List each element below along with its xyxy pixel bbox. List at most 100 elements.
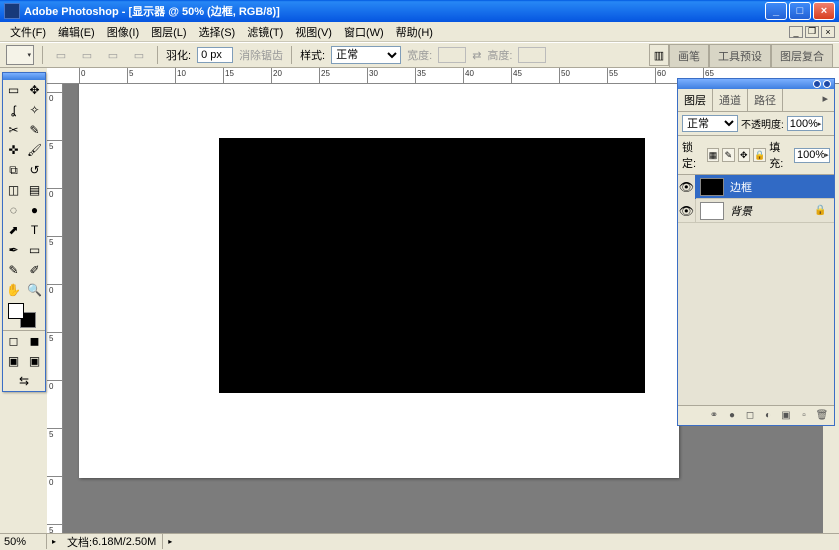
panel-menu-icon[interactable]: ▸ xyxy=(783,89,834,111)
dodge-tool[interactable]: ● xyxy=(24,200,45,220)
status-expand-icon[interactable]: ▸ xyxy=(47,537,61,546)
color-swatch[interactable] xyxy=(3,300,45,330)
new-group-icon[interactable]: ▣ xyxy=(778,409,794,423)
quickmask-mode-icon[interactable]: ◼ xyxy=(24,331,45,351)
status-menu-icon[interactable]: ▸ xyxy=(163,537,177,546)
canvas-black-rectangle xyxy=(219,138,645,393)
tab-channels[interactable]: 通道 xyxy=(713,89,748,111)
crop-tool[interactable]: ✂ xyxy=(3,120,24,140)
add-selection-icon[interactable]: ▭ xyxy=(77,46,97,64)
brush-tool[interactable]: 🖌 xyxy=(24,140,45,160)
wand-tool[interactable]: ✧ xyxy=(24,100,45,120)
app-icon xyxy=(4,3,20,19)
screen-mode-1[interactable]: ▣ xyxy=(3,351,24,371)
layer-thumbnail[interactable] xyxy=(700,202,724,220)
menu-help[interactable]: 帮助(H) xyxy=(390,22,439,42)
menu-window[interactable]: 窗口(W) xyxy=(338,22,390,42)
style-label: 样式: xyxy=(300,47,325,63)
menu-image[interactable]: 图像(I) xyxy=(101,22,145,42)
layer-style-icon[interactable]: ● xyxy=(724,409,740,423)
link-layers-icon[interactable]: ⚭ xyxy=(706,409,722,423)
history-brush-tool[interactable]: ↺ xyxy=(24,160,45,180)
opacity-input[interactable]: 100%▸ xyxy=(787,116,823,131)
standard-mode-icon[interactable]: ◻ xyxy=(3,331,24,351)
height-input xyxy=(518,47,546,63)
feather-label: 羽化: xyxy=(166,47,191,63)
palette-well-toggle[interactable]: ▥ xyxy=(649,44,669,66)
menu-edit[interactable]: 编辑(E) xyxy=(52,22,101,42)
move-tool[interactable]: ✥ xyxy=(24,80,45,100)
layer-thumbnail[interactable] xyxy=(700,178,724,196)
document-canvas[interactable] xyxy=(79,84,679,478)
tool-preset-picker[interactable]: ▾ xyxy=(6,45,34,65)
document-info[interactable]: 文档:6.18M/2.50M xyxy=(61,534,163,549)
tab-layers[interactable]: 图层 xyxy=(678,89,713,111)
menu-filter[interactable]: 滤镜(T) xyxy=(241,22,289,42)
new-selection-icon[interactable]: ▭ xyxy=(51,46,71,64)
visibility-toggle-icon[interactable]: 👁 xyxy=(678,199,696,223)
lasso-tool[interactable]: ʆ xyxy=(3,100,24,120)
minimize-button[interactable]: _ xyxy=(765,2,787,20)
layer-row-2[interactable]: 👁 背景 🔒 xyxy=(678,199,834,223)
lock-all-icon[interactable]: 🔒 xyxy=(753,148,766,162)
lock-position-icon[interactable]: ✥ xyxy=(738,148,750,162)
layer-row-1[interactable]: 👁 边框 xyxy=(678,175,834,199)
hand-tool[interactable]: ✋ xyxy=(3,280,24,300)
blend-mode-select[interactable]: 正常 xyxy=(682,115,738,132)
jump-to-imageready[interactable]: ⇆ xyxy=(3,371,45,391)
swap-wh-icon: ⇄ xyxy=(472,49,481,62)
gradient-tool[interactable]: ▤ xyxy=(24,180,45,200)
screen-mode-2[interactable]: ▣ xyxy=(24,351,45,371)
layers-panel: 图层 通道 路径 ▸ 正常 不透明度: 100%▸ 锁定: ▦ ✎ ✥ 🔒 填充… xyxy=(677,78,835,426)
dock-tab-toolpresets[interactable]: 工具预设 xyxy=(709,44,771,67)
dock-tab-layercomps[interactable]: 图层复合 xyxy=(771,44,833,67)
delete-layer-icon[interactable]: 🗑 xyxy=(814,409,830,423)
path-select-tool[interactable]: ⬈ xyxy=(3,220,24,240)
eraser-tool[interactable]: ◫ xyxy=(3,180,24,200)
maximize-button[interactable]: □ xyxy=(789,2,811,20)
menu-view[interactable]: 视图(V) xyxy=(289,22,338,42)
doc-close-button[interactable]: × xyxy=(821,26,835,38)
layer-name[interactable]: 背景 xyxy=(728,203,814,219)
zoom-tool[interactable]: 🔍 xyxy=(24,280,45,300)
dock-tab-brushes[interactable]: 画笔 xyxy=(669,44,709,67)
lock-transparency-icon[interactable]: ▦ xyxy=(707,148,719,162)
menu-layer[interactable]: 图层(L) xyxy=(145,22,192,42)
panel-close-icon[interactable] xyxy=(823,80,831,88)
eyedropper-tool[interactable]: ✐ xyxy=(24,260,45,280)
doc-restore-button[interactable]: ❐ xyxy=(805,26,819,38)
type-tool[interactable]: T xyxy=(24,220,45,240)
marquee-tool[interactable]: ▭ xyxy=(3,80,24,100)
style-select[interactable]: 正常 xyxy=(331,46,401,64)
blur-tool[interactable]: ◌ xyxy=(3,200,24,220)
tab-paths[interactable]: 路径 xyxy=(748,89,783,111)
toolbox-grip[interactable] xyxy=(3,73,45,80)
shape-tool[interactable]: ▭ xyxy=(24,240,45,260)
fill-input[interactable]: 100%▸ xyxy=(794,148,830,163)
layer-mask-icon[interactable]: ◻ xyxy=(742,409,758,423)
width-label: 宽度: xyxy=(407,47,432,63)
visibility-toggle-icon[interactable]: 👁 xyxy=(678,175,696,199)
layers-panel-grip[interactable] xyxy=(678,79,834,89)
intersect-selection-icon[interactable]: ▭ xyxy=(129,46,149,64)
subtract-selection-icon[interactable]: ▭ xyxy=(103,46,123,64)
width-input xyxy=(438,47,466,63)
new-layer-icon[interactable]: ▫ xyxy=(796,409,812,423)
pen-tool[interactable]: ✒ xyxy=(3,240,24,260)
menu-file[interactable]: 文件(F) xyxy=(4,22,52,42)
adjustment-layer-icon[interactable]: ◐ xyxy=(760,409,776,423)
doc-minimize-button[interactable]: _ xyxy=(789,26,803,38)
stamp-tool[interactable]: ⧉ xyxy=(3,160,24,180)
menu-bar: 文件(F) 编辑(E) 图像(I) 图层(L) 选择(S) 滤镜(T) 视图(V… xyxy=(0,22,839,42)
notes-tool[interactable]: ✎ xyxy=(3,260,24,280)
slice-tool[interactable]: ✎ xyxy=(24,120,45,140)
zoom-level[interactable]: 50% xyxy=(0,534,47,549)
close-button[interactable]: × xyxy=(813,2,835,20)
feather-input[interactable] xyxy=(197,47,233,63)
healing-tool[interactable]: ✜ xyxy=(3,140,24,160)
lock-paint-icon[interactable]: ✎ xyxy=(722,148,734,162)
panel-minimize-icon[interactable] xyxy=(813,80,821,88)
foreground-color[interactable] xyxy=(8,303,24,319)
layer-name[interactable]: 边框 xyxy=(728,179,834,195)
menu-select[interactable]: 选择(S) xyxy=(193,22,242,42)
